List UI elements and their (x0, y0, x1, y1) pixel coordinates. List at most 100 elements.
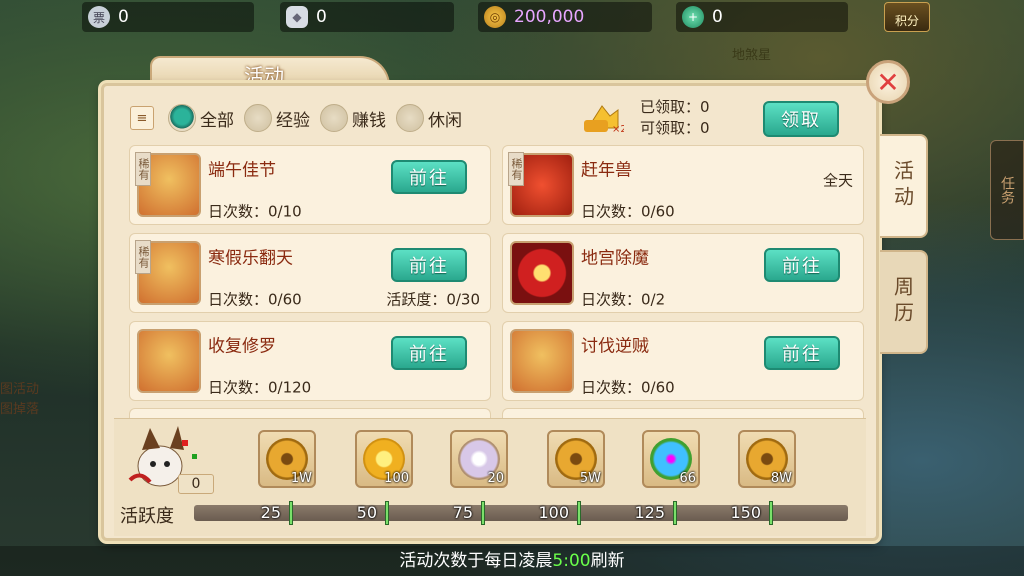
activity-card[interactable]: 讨伐逆贼 日次数：0/60 前往 (502, 321, 864, 401)
activity-card[interactable]: 稀有 端午佳节 日次数：0/10 前往 (129, 145, 491, 225)
tab-weekly-label: 周历 (890, 276, 915, 328)
gold-counter: ◎ 200,000 (478, 2, 652, 32)
jade-value: 0 (712, 7, 723, 27)
claimable-count: 可领取：0 (640, 119, 710, 137)
refresh-notice-post: 刷新 (590, 551, 625, 571)
activity-name: 讨伐逆贼 (581, 336, 649, 357)
filter-leisure[interactable]: 休闲 (396, 104, 462, 132)
silver-ingot-icon: ◆ (286, 6, 308, 28)
reward-amount: 1W (290, 471, 312, 486)
map-name: 地煞星 (732, 48, 772, 63)
activity-daily-count: 日次数：0/2 (581, 290, 666, 309)
refresh-notice-pre: 活动次数于每日凌晨 (399, 551, 553, 571)
activity-name: 收复修罗 (208, 336, 276, 357)
filter-leisure-label: 休闲 (428, 110, 462, 131)
reward-slot[interactable]: 1W (258, 430, 316, 488)
filter-row: ≡ 全部 经验 赚钱 休闲 (130, 100, 472, 136)
activity-extra-info: 活跃度：0/30 (386, 290, 480, 309)
jade-counter: + 0 (676, 2, 848, 32)
reward-slot[interactable]: 66 (642, 430, 700, 488)
go-button-label: 前往 (782, 256, 822, 277)
reward-slot[interactable]: 100 (355, 430, 413, 488)
claim-button[interactable]: 领取 (763, 101, 839, 137)
jade-add-icon[interactable]: + (682, 6, 704, 28)
filter-exp[interactable]: 经验 (244, 104, 310, 132)
go-button-label: 前往 (409, 168, 449, 189)
silver-ticket-value: 0 (118, 7, 129, 27)
filter-exp-label: 经验 (276, 110, 310, 131)
gift-pack-icon (137, 329, 201, 393)
refresh-notice: 活动次数于每日凌晨5:00刷新 (0, 546, 1024, 576)
claim-status: 已领取：0 可领取：0 (640, 97, 710, 139)
activity-daily-count: 日次数：0/60 (581, 202, 675, 221)
activity-card[interactable]: 稀有 寒假乐翻天 日次数：0/60 活跃度：0/30 前往 (129, 233, 491, 313)
go-button[interactable]: 前往 (764, 248, 840, 282)
task-side-tab[interactable]: 任务 (990, 140, 1024, 240)
activity-label: 活跃度 (120, 506, 174, 527)
activity-daily-count: 日次数：0/60 (208, 290, 302, 309)
milestone-marker (385, 501, 389, 525)
double-badge: ×2 (612, 124, 624, 134)
ingot-value: 0 (316, 7, 327, 27)
milestone-label: 100 (538, 503, 569, 522)
refresh-time: 5:00 (552, 551, 591, 571)
filter-money[interactable]: 赚钱 (320, 104, 386, 132)
gold-value: 200,000 (514, 7, 585, 27)
reward-slot[interactable]: 20 (450, 430, 508, 488)
close-icon: ✕ (876, 65, 900, 99)
silver-ticket-icon: 票 (88, 6, 110, 28)
demon-eye-icon (510, 241, 574, 305)
milestone-label: 50 (356, 503, 377, 522)
go-button-label: 前往 (409, 344, 449, 365)
activity-name: 赶年兽 (581, 160, 632, 181)
filter-all[interactable]: 全部 (168, 104, 234, 132)
go-button[interactable]: 前往 (764, 336, 840, 370)
milestone-label: 150 (730, 503, 761, 522)
reward-amount: 20 (487, 471, 504, 486)
milestone-marker (289, 501, 293, 525)
go-button-label: 前往 (782, 344, 822, 365)
reward-slot[interactable]: 8W (738, 430, 796, 488)
filter-money-label: 赚钱 (352, 110, 386, 131)
radio-dot-icon (396, 104, 424, 132)
milestone-marker (673, 501, 677, 525)
left-note-1: 图活动 (0, 382, 40, 397)
reward-amount: 5W (579, 471, 601, 486)
milestone-label: 25 (260, 503, 281, 522)
reward-amount: 100 (384, 471, 409, 486)
reward-amount: 8W (770, 471, 792, 486)
tab-activity-label: 活动 (890, 160, 915, 212)
claimed-count: 已领取：0 (640, 98, 710, 116)
rare-tag: 稀有 (135, 152, 151, 186)
gold-coin-icon: ◎ (484, 6, 506, 28)
activity-name: 端午佳节 (208, 160, 276, 181)
milestone-label: 75 (452, 503, 473, 522)
milestone-marker (577, 501, 581, 525)
score-label: 积分 (894, 14, 919, 28)
claim-button-label: 领取 (781, 110, 821, 131)
milestone-marker (769, 501, 773, 525)
activity-card[interactable]: 收复修罗 日次数：0/120 前往 (129, 321, 491, 401)
radio-dot-icon (168, 104, 196, 132)
tab-weekly-calendar[interactable]: 周历 (880, 250, 928, 354)
double-reward-icon: ×2 (584, 105, 624, 134)
silver-ticket-counter: 票 0 (82, 2, 254, 32)
activity-card[interactable]: 地宫除魔 日次数：0/2 前往 (502, 233, 864, 313)
activity-extra-info: 全天 (822, 171, 853, 190)
go-button[interactable]: 前往 (391, 336, 467, 370)
radio-dot-icon (320, 104, 348, 132)
tab-activity[interactable]: 活动 (880, 134, 928, 238)
ingot-counter: ◆ 0 (280, 2, 454, 32)
go-button[interactable]: 前往 (391, 248, 467, 282)
activity-points-value: 0 (178, 474, 214, 494)
resource-bar: 票 0 ◆ 0 ◎ 200,000 + 0 积分 (0, 0, 1024, 34)
score-button[interactable]: 积分 (884, 2, 930, 32)
milestone-marker (481, 501, 485, 525)
milestone-label: 125 (634, 503, 665, 522)
filter-menu-icon[interactable]: ≡ (130, 106, 154, 130)
close-button[interactable]: ✕ (866, 60, 910, 104)
radio-dot-icon (244, 104, 272, 132)
activity-card[interactable]: 稀有 赶年兽 日次数：0/60 全天 (502, 145, 864, 225)
reward-slot[interactable]: 5W (547, 430, 605, 488)
go-button[interactable]: 前往 (391, 160, 467, 194)
